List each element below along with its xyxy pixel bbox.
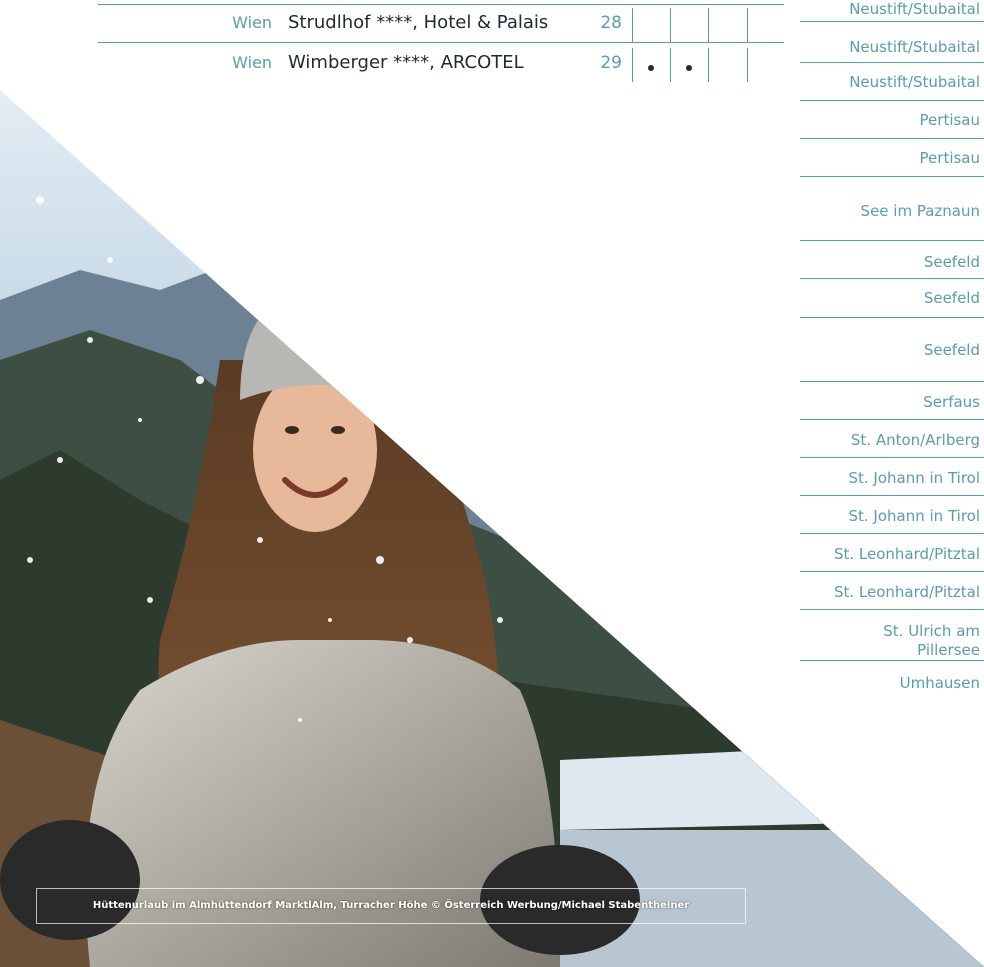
list-item: Umhausen — [899, 674, 980, 692]
feature-cell — [708, 48, 748, 82]
list-item: Neustift/Stubaital — [849, 38, 980, 56]
list-item: Serfaus — [923, 393, 980, 411]
list-rule — [800, 317, 984, 318]
list-item: St. Anton/Arlberg — [850, 431, 980, 449]
list-item: Neustift/Stubaital — [849, 73, 980, 91]
hotel-page: 28 — [600, 13, 622, 33]
feature-cell — [670, 48, 709, 82]
hotel-name: Wimberger ****, ARCOTEL — [288, 52, 524, 73]
list-rule — [800, 62, 984, 63]
list-item: See im Paznaun — [860, 202, 980, 220]
list-item: Seefeld — [923, 341, 980, 359]
list-rule — [800, 419, 984, 420]
list-item: St. Leonhard/Pitztal — [833, 545, 980, 563]
list-rule — [800, 609, 984, 610]
photo-caption: Hüttenurlaub im Almhüttendorf MarktlAlm,… — [36, 888, 746, 924]
list-rule — [800, 495, 984, 496]
list-item: St. Ulrich am Pillersee — [883, 622, 980, 659]
hotel-city: Wien — [232, 13, 272, 32]
location-list: Neustift/Stubaital Neustift/Stubaital Ne… — [800, 0, 984, 601]
feature-cell — [632, 48, 671, 82]
list-rule — [800, 533, 984, 534]
list-rule — [800, 381, 984, 382]
list-item: Neustift/Stubaital — [849, 0, 980, 18]
list-item: St. Johann in Tirol — [848, 507, 980, 525]
feature-cells — [632, 8, 748, 42]
list-rule — [800, 100, 984, 101]
table-row: Wien Wimberger ****, ARCOTEL 29 — [98, 44, 784, 82]
feature-cell — [708, 8, 748, 42]
list-rule — [800, 176, 984, 177]
hotel-table: Wien Strudlhof ****, Hotel & Palais 28 W… — [0, 0, 800, 90]
feature-cell — [670, 8, 709, 42]
list-item: Seefeld — [923, 253, 980, 271]
bullet-icon — [686, 65, 692, 71]
hotel-name: Strudlhof ****, Hotel & Palais — [288, 12, 549, 33]
bullet-icon — [648, 65, 654, 71]
list-rule — [800, 240, 984, 241]
feature-cells — [632, 48, 748, 82]
location-list-end: Umhausen — [800, 660, 984, 740]
list-rule — [800, 21, 984, 22]
list-item: Pertisau — [919, 149, 980, 167]
list-rule — [800, 660, 984, 661]
table-row: Wien Strudlhof ****, Hotel & Palais 28 — [98, 4, 784, 42]
feature-cell — [632, 8, 671, 42]
list-rule — [800, 278, 984, 279]
hotel-city: Wien — [232, 53, 272, 72]
table-rule — [98, 42, 784, 43]
list-item: Seefeld — [923, 289, 980, 307]
list-rule — [800, 138, 984, 139]
list-item: Pertisau — [919, 111, 980, 129]
list-rule — [800, 571, 984, 572]
list-rule — [800, 457, 984, 458]
list-item: St. Johann in Tirol — [848, 469, 980, 487]
hotel-page: 29 — [600, 53, 622, 73]
